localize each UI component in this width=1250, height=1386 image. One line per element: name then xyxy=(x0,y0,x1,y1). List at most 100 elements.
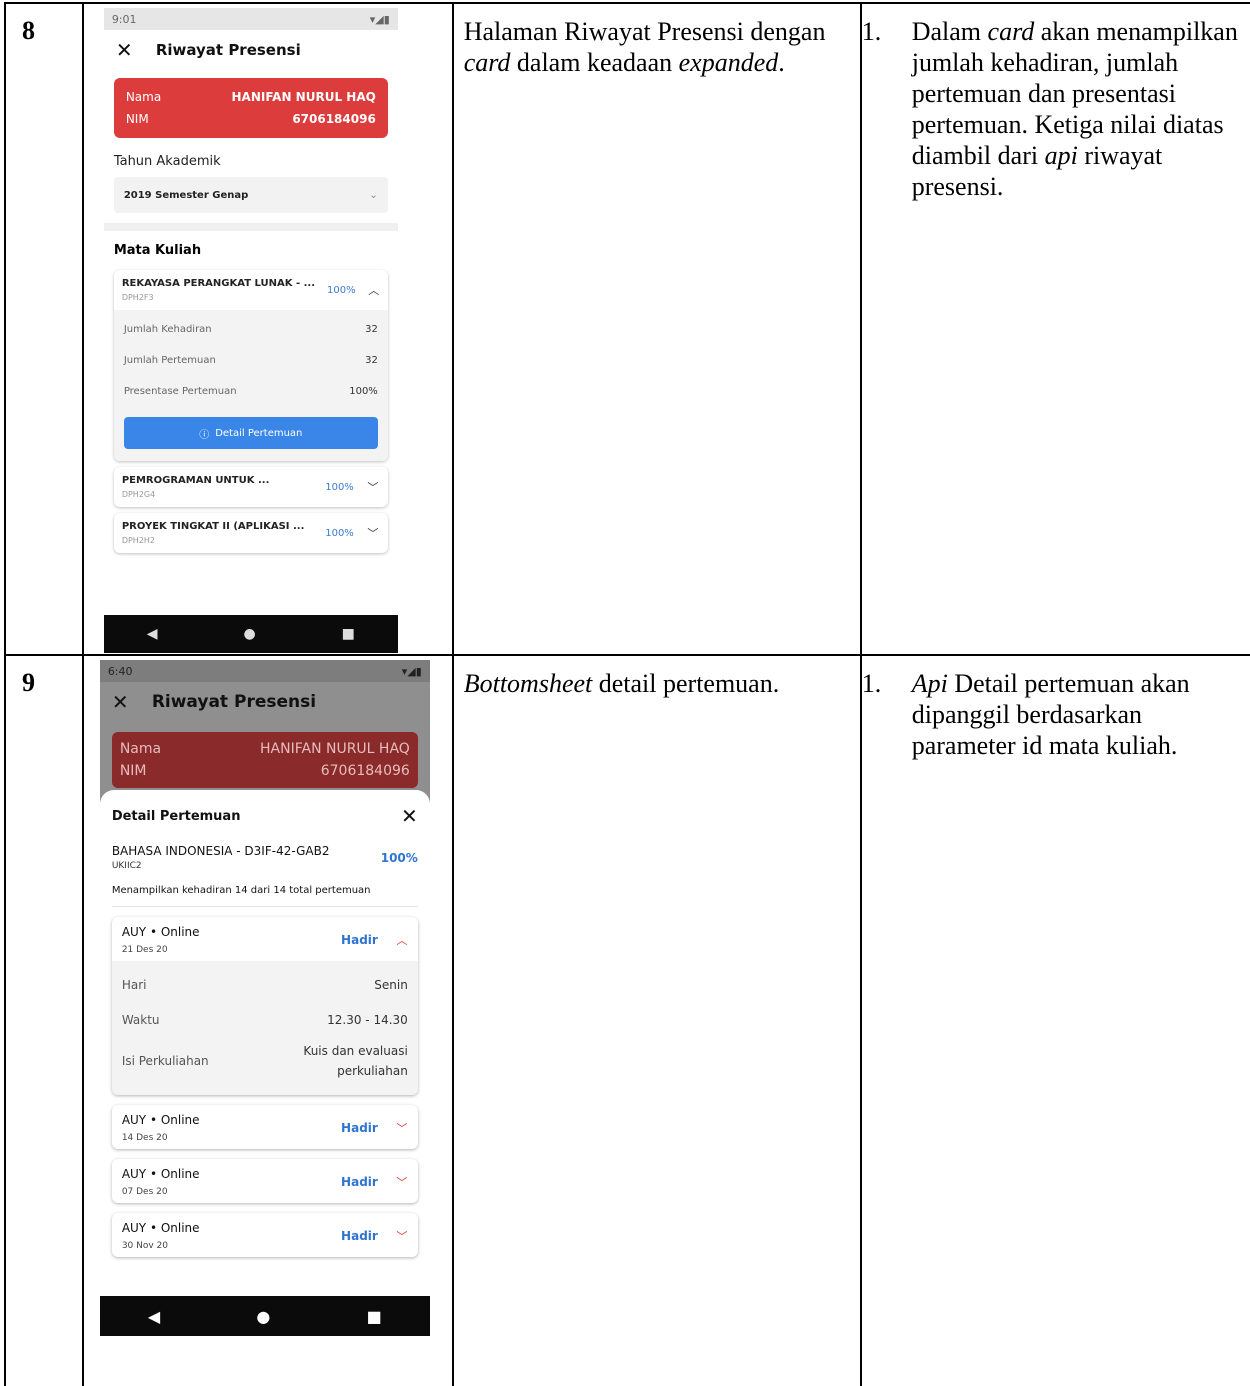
detail-label: Jumlah Pertemuan xyxy=(123,355,216,366)
signal-battery-icon: ▾◢▮ xyxy=(401,664,422,678)
chevron-down-icon[interactable]: ﹀ xyxy=(396,1174,408,1190)
chevron-down-icon[interactable]: ﹀ xyxy=(396,1228,408,1244)
attendance-summary: Menampilkan kehadiran 14 dari 14 total p… xyxy=(111,885,371,896)
course-details: Jumlah Kehadiran 32 Jumlah Pertemuan 32 Pr… xyxy=(113,310,388,461)
nim-value: 6706184096 xyxy=(320,763,410,779)
detail-meeting-button-label: Detail Pertemuan xyxy=(215,427,303,439)
nim-value: 6706184096 xyxy=(292,112,376,126)
course-name: REKAYASA PERANGKAT LUNAK - ... xyxy=(121,278,316,289)
course-info: REKAYASA PERANGKAT LUNAK - ... DPH2F3 xyxy=(122,278,315,302)
meeting-header: AUY • Online 30 Nov 20 Hadir ﹀ xyxy=(112,1213,418,1257)
home-icon[interactable]: ● xyxy=(256,1307,270,1326)
system-nav-bar: ◀ ● ■ xyxy=(103,615,398,653)
year-label: Tahun Akademik xyxy=(113,154,221,169)
signal-battery-icon: ▾◢▮ xyxy=(369,12,390,26)
meeting-status: Hadir xyxy=(341,1121,378,1135)
divider xyxy=(103,223,398,231)
recent-icon[interactable]: ■ xyxy=(367,1307,382,1326)
screenshot-cell: 6:40 ▾◢▮ ✕ Riwayat Presensi Nama HANIFAN … xyxy=(81,654,454,1386)
note-text: Dalam card akan menampilkan jumlah kehad… xyxy=(912,16,1244,202)
note-emphasis: card xyxy=(987,17,1035,46)
course-info: PROYEK TINGKAT II (APLIKASI ... DPH2H2 xyxy=(122,521,313,545)
detail-value: Kuis dan evaluasi perkuliahan xyxy=(303,1044,408,1078)
notes-cell: 1. Dalam card akan menampilkan jumlah ke… xyxy=(859,2,1250,656)
chevron-down-icon[interactable]: ﹀ xyxy=(396,1120,408,1136)
sheet-course-info: BAHASA INDONESIA - D3IF-42-GAB2 UKIIC2 xyxy=(112,844,330,871)
nim-label: NIM xyxy=(119,763,147,779)
back-icon[interactable]: ◀ xyxy=(148,1307,160,1326)
recent-icon[interactable]: ■ xyxy=(342,626,355,642)
detail-value: 32 xyxy=(365,324,378,335)
back-icon[interactable]: ◀ xyxy=(147,626,158,642)
course-header: REKAYASA PERANGKAT LUNAK - ... DPH2F3 10… xyxy=(114,270,388,310)
note-emphasis: Api xyxy=(911,669,948,698)
phone-screenshot: 9:01 ▾◢▮ ✕ Riwayat Presensi Nama HANIFAN … xyxy=(103,8,398,653)
year-select[interactable]: 2019 Semester Genap ⌄ xyxy=(113,177,388,213)
row-number-cell: 9 xyxy=(4,654,84,1386)
close-icon[interactable]: ✕ xyxy=(116,38,156,62)
description-text: Halaman Riwayat Presensi dengan card dal… xyxy=(454,4,860,78)
description-emphasis: Bottomsheet xyxy=(463,669,593,698)
course-code: DPH2F3 xyxy=(121,293,154,302)
sheet-header: Detail Pertemuan ✕ xyxy=(112,804,418,828)
note-index: 1. xyxy=(861,669,882,698)
page-title: Riwayat Presensi xyxy=(155,41,301,59)
description-part: . xyxy=(778,48,785,77)
status-time: 9:01 xyxy=(111,12,137,26)
meeting-info: AUY • Online 21 Des 20 xyxy=(122,925,341,955)
detail-label: Isi Perkuliahan xyxy=(121,1054,209,1068)
page-title: Riwayat Presensi xyxy=(151,692,317,712)
info-icon: ⓘ xyxy=(199,429,210,441)
chevron-up-icon[interactable]: ︿ xyxy=(396,932,408,948)
chevron-down-icon: ⌄ xyxy=(369,189,378,201)
note-item: 1. Api Detail pertemuan akan dipanggil b… xyxy=(862,668,1244,761)
course-name: BAHASA INDONESIA - D3IF-42-GAB2 xyxy=(111,844,330,858)
sheet-course: BAHASA INDONESIA - D3IF-42-GAB2 UKIIC2 1… xyxy=(112,844,418,871)
course-card[interactable]: PROYEK TINGKAT II (APLIKASI ... DPH2H2 1… xyxy=(113,513,388,553)
system-nav-bar: ◀ ● ■ xyxy=(99,1296,430,1336)
course-info: PEMROGRAMAN UNTUK ... DPH2G4 xyxy=(122,475,313,499)
meeting-title: AUY • Online xyxy=(121,1221,200,1235)
course-percentage: 100% xyxy=(325,481,354,493)
detail-value: Senin xyxy=(374,977,408,992)
meeting-status: Hadir xyxy=(341,1175,378,1189)
chevron-up-icon[interactable]: ︿ xyxy=(368,282,380,298)
detail-label: Waktu xyxy=(121,1012,160,1027)
app-bar: ✕ Riwayat Presensi xyxy=(100,682,430,722)
meeting-title: AUY • Online xyxy=(121,1167,200,1181)
course-name: PROYEK TINGKAT II (APLIKASI ... xyxy=(121,521,305,532)
description-text: Bottomsheet detail pertemuan. xyxy=(454,656,860,699)
home-icon[interactable]: ● xyxy=(243,626,255,642)
meeting-card[interactable]: AUY • Online 21 Des 20 Hadir ︿ Hari Senin… xyxy=(111,917,418,1095)
course-card[interactable]: REKAYASA PERANGKAT LUNAK - ... DPH2F3 10… xyxy=(113,270,388,461)
student-card: Nama HANIFAN NURUL HAQ NIM 6706184096 xyxy=(111,732,418,788)
detail-row: Hari Senin xyxy=(122,967,408,1002)
row-number-cell: 8 xyxy=(4,2,84,656)
course-percentage: 100% xyxy=(325,527,354,539)
meeting-card[interactable]: AUY • Online 07 Des 20 Hadir ﹀ xyxy=(111,1159,418,1203)
meeting-info: AUY • Online 14 Des 20 xyxy=(122,1113,341,1143)
course-card[interactable]: PEMROGRAMAN UNTUK ... DPH2G4 100% ﹀ xyxy=(113,467,388,507)
meeting-details: Hari Senin Waktu 12.30 - 14.30 Isi Perkuli… xyxy=(111,961,418,1095)
course-header: PROYEK TINGKAT II (APLIKASI ... DPH2H2 1… xyxy=(114,513,388,553)
detail-value: 12.30 - 14.30 xyxy=(327,1012,408,1027)
close-icon[interactable]: ✕ xyxy=(401,804,418,828)
chevron-down-icon[interactable]: ﹀ xyxy=(366,479,380,495)
bottom-sheet: Detail Pertemuan ✕ BAHASA INDONESIA - D3… xyxy=(99,790,430,1296)
note-index: 1. xyxy=(861,17,882,46)
name-label: Nama xyxy=(119,741,162,757)
detail-meeting-button[interactable]: ⓘ Detail Pertemuan xyxy=(123,417,378,449)
row-number: 9 xyxy=(22,668,35,697)
notes-list: 1. Dalam card akan menampilkan jumlah ke… xyxy=(862,4,1250,202)
note-part: Detail pertemuan akan dipanggil berdasar… xyxy=(911,669,1190,760)
meeting-header: AUY • Online 07 Des 20 Hadir ﹀ xyxy=(112,1159,418,1203)
meeting-title: AUY • Online xyxy=(121,925,200,939)
row-number: 8 xyxy=(22,16,35,45)
chevron-down-icon[interactable]: ﹀ xyxy=(366,525,380,541)
description-cell: Bottomsheet detail pertemuan. xyxy=(451,654,862,1386)
meeting-info: AUY • Online 07 Des 20 xyxy=(122,1167,341,1197)
meeting-title: AUY • Online xyxy=(121,1113,200,1127)
meeting-card[interactable]: AUY • Online 14 Des 20 Hadir ﹀ xyxy=(111,1105,418,1149)
close-icon[interactable]: ✕ xyxy=(112,690,152,714)
meeting-card[interactable]: AUY • Online 30 Nov 20 Hadir ﹀ xyxy=(111,1213,418,1257)
